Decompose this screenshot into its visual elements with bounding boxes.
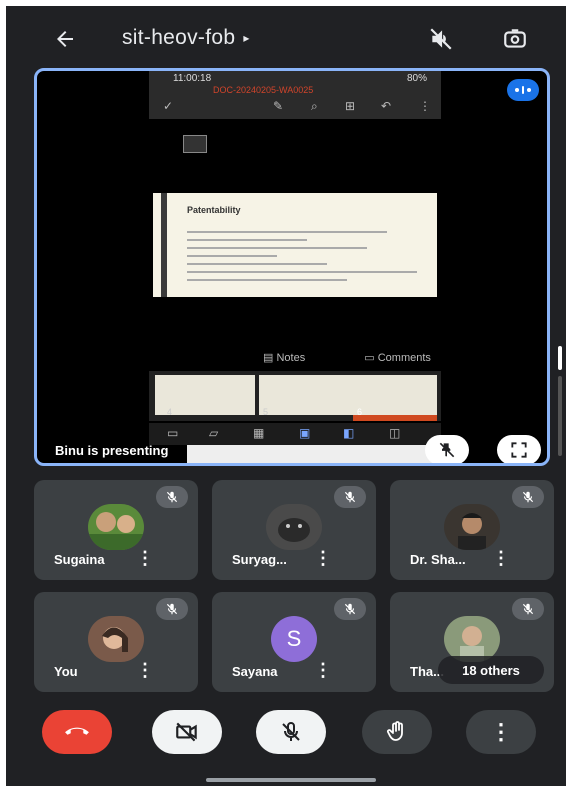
scrollbar-thumb[interactable] (558, 346, 562, 370)
slide-text-line (187, 263, 327, 265)
shared-slide: Patentability (153, 193, 437, 297)
fullscreen-icon[interactable] (497, 435, 541, 463)
search-icon: ⌕ (311, 99, 318, 113)
meeting-title[interactable]: sit-heov-fob ▸ (122, 26, 250, 50)
participant-name: Suryag... (232, 552, 287, 567)
more-vert-icon[interactable]: ⋮ (314, 548, 332, 568)
comments-label: ▭ Comments (364, 352, 431, 364)
grid-icon: ▦ (253, 426, 265, 440)
avatar (88, 504, 144, 550)
participant-tile[interactable]: S Sayana ⋮ (212, 592, 376, 692)
chevron-right-icon: ▸ (243, 31, 250, 46)
avatar (88, 616, 144, 662)
meet-screen: sit-heov-fob ▸ 11:00:18 80% DOC-20240205-… (6, 6, 566, 786)
top-bar: sit-heov-fob ▸ (6, 6, 566, 72)
mic-off-icon (512, 598, 544, 620)
more-vert-icon[interactable]: ⋮ (314, 660, 332, 680)
notes-label: ▤ Notes (263, 352, 306, 364)
avatar (444, 504, 500, 550)
mic-off-icon (334, 598, 366, 620)
slide-thumb-active (353, 375, 437, 421)
pen-icon: ✎ (273, 99, 284, 113)
participant-name: Dr. Sha... (410, 552, 466, 567)
more-vert-icon[interactable]: ⋮ (136, 548, 154, 568)
participant-tile[interactable]: Dr. Sha... ⋮ (390, 480, 554, 580)
arrow-left-icon[interactable] (50, 24, 80, 54)
mic-off-icon (512, 486, 544, 508)
presenter-label: Binu is presenting (55, 443, 169, 458)
mic-off-icon (156, 598, 188, 620)
shapes-icon: ◧ (343, 426, 355, 440)
image-icon: ▣ (299, 426, 311, 440)
raise-hand-icon[interactable] (362, 710, 432, 754)
shared-doc-toolbar: ✓ ✎ ⌕ ⊞ ↶ ⋮ (149, 95, 441, 117)
present-icon: ⊞ (345, 99, 356, 113)
slide-text-line (187, 279, 347, 281)
thumb-number: 5 (263, 407, 269, 417)
avatar (266, 504, 322, 550)
thumb-number: 6 (357, 407, 363, 417)
more-vert-icon[interactable]: ⋮ (136, 660, 154, 680)
participant-tile-overflow[interactable]: Tha... 18 others (390, 592, 554, 692)
participant-tile[interactable]: Sugaina ⋮ (34, 480, 198, 580)
slide-title: Patentability (187, 205, 241, 215)
slide-thumb (259, 375, 359, 415)
undo-icon: ↶ (381, 99, 392, 113)
shared-document-name: DOC-20240205-WA0025 (213, 85, 314, 95)
mic-off-icon (334, 486, 366, 508)
others-count-badge[interactable]: 18 others (438, 656, 544, 684)
shared-phone-nav-bar (187, 445, 439, 463)
home-indicator[interactable] (206, 778, 376, 782)
participant-tile[interactable]: Suryag... ⋮ (212, 480, 376, 580)
thumb-number: 4 (167, 407, 173, 417)
slide-thumbnails (149, 371, 441, 421)
comment-icon: ▱ (209, 426, 219, 440)
shared-phone-battery: 80% (406, 73, 427, 84)
end-call-icon[interactable] (42, 710, 112, 754)
mic-off-icon (156, 486, 188, 508)
slide-text-line (187, 239, 307, 241)
participant-tile-self[interactable]: You ⋮ (34, 592, 198, 692)
presentation-view[interactable]: 11:00:18 80% DOC-20240205-WA0025 ✓ ✎ ⌕ ⊞… (34, 68, 550, 466)
unpin-icon[interactable] (425, 435, 469, 463)
participant-name: Sugaina (54, 552, 105, 567)
camera-off-icon[interactable] (152, 710, 222, 754)
participant-name: Sayana (232, 664, 278, 679)
slide-thumbnail-icon (183, 135, 207, 153)
more-vert-icon[interactable]: ⋮ (492, 548, 510, 568)
check-icon: ✓ (163, 99, 174, 113)
volume-off-icon[interactable] (426, 24, 456, 54)
slide-text-line (187, 231, 387, 233)
slide-side-bar (161, 193, 167, 297)
camera-switch-icon[interactable] (500, 24, 530, 54)
audio-level-icon (507, 79, 539, 101)
shared-phone-time: 11:00:18 (173, 73, 212, 84)
slide-icon: ▭ (167, 426, 179, 440)
mic-off-icon[interactable] (256, 710, 326, 754)
more-vert-icon[interactable]: ⋮ (466, 710, 536, 754)
avatar-initial: S (271, 616, 317, 662)
shared-notes-row: ▤ Notes ▭ Comments (263, 351, 487, 364)
meeting-code: sit-heov-fob (122, 26, 236, 49)
scrollbar-track (558, 376, 562, 456)
layout-icon: ◫ (389, 426, 401, 440)
participant-name: You (54, 664, 78, 679)
slide-text-line (187, 271, 417, 273)
slide-text-line (187, 247, 367, 249)
slide-text-line (187, 255, 277, 257)
shared-doc-bottom-toolbar: ▭ ▱ ▦ ▣ ◧ ◫ (149, 423, 441, 445)
more-vert-icon: ⋮ (419, 99, 431, 113)
